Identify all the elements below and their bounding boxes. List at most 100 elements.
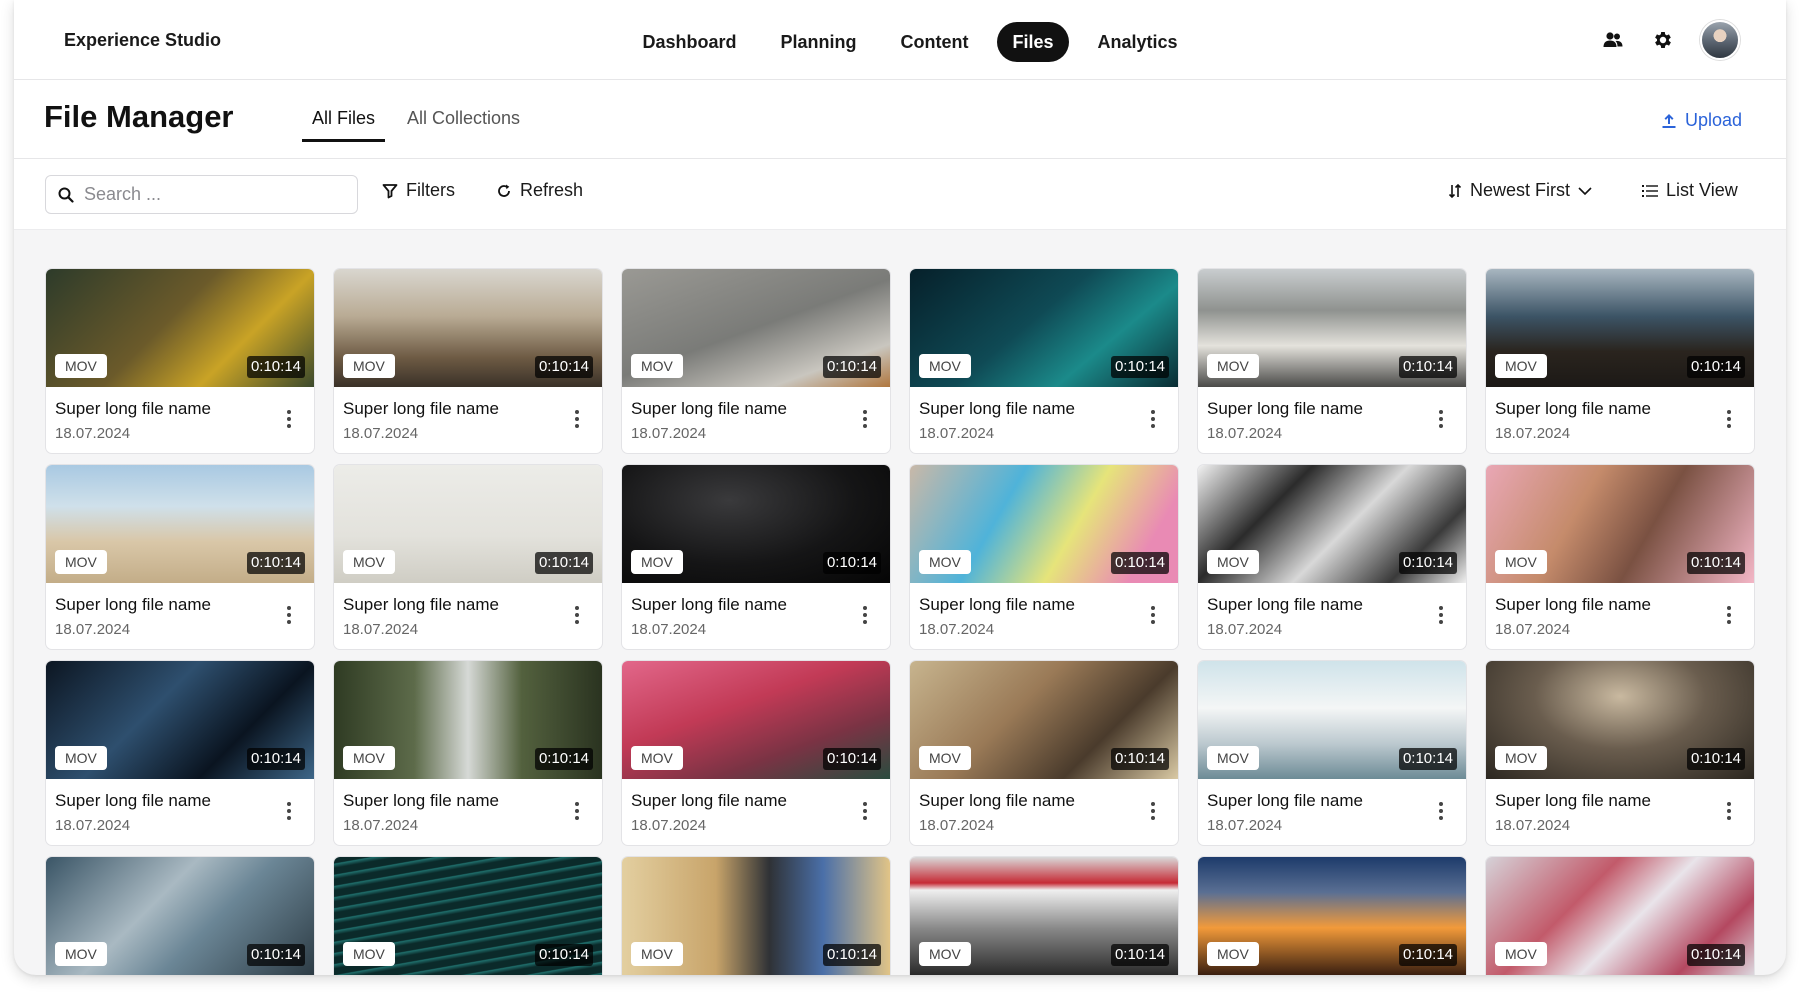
file-card[interactable]: MOV 0:10:14 Super long file name 18.07.2…	[334, 269, 602, 453]
more-options-icon[interactable]	[1726, 802, 1732, 820]
file-date: 18.07.2024	[919, 621, 995, 638]
file-thumbnail: MOV 0:10:14	[1198, 465, 1466, 583]
file-date: 18.07.2024	[919, 817, 995, 834]
file-card[interactable]: MOV 0:10:14 Super long file name 18.07.2…	[1486, 465, 1754, 649]
more-options-icon[interactable]	[862, 410, 868, 428]
more-options-icon[interactable]	[286, 802, 292, 820]
nav-item-planning[interactable]: Planning	[765, 22, 871, 62]
file-thumbnail: MOV 0:10:14	[910, 269, 1178, 387]
more-options-icon[interactable]	[286, 606, 292, 624]
file-name: Super long file name	[919, 791, 1075, 810]
user-avatar[interactable]	[1700, 20, 1740, 60]
more-options-icon[interactable]	[1726, 410, 1732, 428]
team-icon[interactable]	[1600, 27, 1626, 53]
search-input[interactable]	[84, 184, 324, 205]
file-name: Super long file name	[55, 791, 211, 810]
file-card[interactable]: MOV 0:10:14 Super long file name 18.07.2…	[1486, 269, 1754, 453]
file-card[interactable]: MOV 0:10:14 Super long file name 18.07.2…	[910, 661, 1178, 845]
more-options-icon[interactable]	[574, 802, 580, 820]
nav-item-analytics[interactable]: Analytics	[1083, 22, 1193, 62]
more-options-icon[interactable]	[286, 410, 292, 428]
file-date: 18.07.2024	[343, 621, 419, 638]
file-card[interactable]: MOV 0:10:14 Super long file name 18.07.2…	[46, 857, 314, 975]
file-thumbnail: MOV 0:10:14	[910, 661, 1178, 779]
file-name: Super long file name	[919, 399, 1075, 418]
file-card[interactable]: MOV 0:10:14 Super long file name 18.07.2…	[1486, 661, 1754, 845]
more-options-icon[interactable]	[574, 606, 580, 624]
file-type-badge: MOV	[919, 942, 971, 966]
file-card[interactable]: MOV 0:10:14 Super long file name 18.07.2…	[1198, 857, 1466, 975]
file-card[interactable]: MOV 0:10:14 Super long file name 18.07.2…	[622, 465, 890, 649]
file-type-badge: MOV	[631, 354, 683, 378]
file-card[interactable]: MOV 0:10:14 Super long file name 18.07.2…	[910, 269, 1178, 453]
file-duration: 0:10:14	[534, 944, 593, 966]
more-options-icon[interactable]	[1150, 802, 1156, 820]
file-card[interactable]: MOV 0:10:14 Super long file name 18.07.2…	[46, 661, 314, 845]
app-window: Experience Studio Dashboard Planning Con…	[14, 0, 1786, 975]
sort-dropdown[interactable]: Newest First	[1448, 180, 1592, 201]
file-type-badge: MOV	[55, 550, 107, 574]
file-date: 18.07.2024	[1495, 425, 1571, 442]
file-card[interactable]: MOV 0:10:14 Super long file name 18.07.2…	[1486, 857, 1754, 975]
refresh-button[interactable]: Refresh	[496, 180, 583, 201]
file-card[interactable]: MOV 0:10:14 Super long file name 18.07.2…	[910, 465, 1178, 649]
file-name: Super long file name	[631, 595, 787, 614]
more-options-icon[interactable]	[1150, 410, 1156, 428]
file-card[interactable]: MOV 0:10:14 Super long file name 18.07.2…	[334, 661, 602, 845]
more-options-icon[interactable]	[862, 802, 868, 820]
upload-button[interactable]: Upload	[1661, 110, 1742, 131]
chevron-down-icon	[1578, 186, 1592, 195]
file-card[interactable]: MOV 0:10:14 Super long file name 18.07.2…	[46, 465, 314, 649]
file-name: Super long file name	[343, 399, 499, 418]
more-options-icon[interactable]	[1726, 606, 1732, 624]
file-thumbnail: MOV 0:10:14	[46, 857, 314, 975]
file-duration: 0:10:14	[1398, 552, 1457, 574]
nav-item-files[interactable]: Files	[997, 22, 1069, 62]
sort-icon	[1448, 183, 1462, 198]
more-options-icon[interactable]	[1438, 802, 1444, 820]
more-options-icon[interactable]	[574, 410, 580, 428]
file-card[interactable]: MOV 0:10:14 Super long file name 18.07.2…	[334, 857, 602, 975]
file-card[interactable]: MOV 0:10:14 Super long file name 18.07.2…	[622, 661, 890, 845]
gear-icon[interactable]	[1650, 27, 1676, 53]
file-card[interactable]: MOV 0:10:14 Super long file name 18.07.2…	[1198, 661, 1466, 845]
more-options-icon[interactable]	[1438, 606, 1444, 624]
file-card[interactable]: MOV 0:10:14 Super long file name 18.07.2…	[46, 269, 314, 453]
file-date: 18.07.2024	[1207, 621, 1283, 638]
file-duration: 0:10:14	[246, 356, 305, 378]
nav-item-dashboard[interactable]: Dashboard	[627, 22, 751, 62]
file-card[interactable]: MOV 0:10:14 Super long file name 18.07.2…	[622, 857, 890, 975]
file-thumbnail: MOV 0:10:14	[910, 857, 1178, 975]
file-thumbnail: MOV 0:10:14	[1198, 269, 1466, 387]
file-duration: 0:10:14	[822, 944, 881, 966]
upload-icon	[1662, 113, 1676, 128]
file-name: Super long file name	[55, 595, 211, 614]
file-type-badge: MOV	[1207, 746, 1259, 770]
file-card[interactable]: MOV 0:10:14 Super long file name 18.07.2…	[1198, 269, 1466, 453]
more-options-icon[interactable]	[1438, 410, 1444, 428]
file-card[interactable]: MOV 0:10:14 Super long file name 18.07.2…	[334, 465, 602, 649]
sort-label: Newest First	[1470, 180, 1571, 200]
more-options-icon[interactable]	[862, 606, 868, 624]
file-duration: 0:10:14	[1686, 748, 1745, 770]
file-duration: 0:10:14	[534, 552, 593, 574]
more-options-icon[interactable]	[1150, 606, 1156, 624]
file-thumbnail: MOV 0:10:14	[334, 465, 602, 583]
view-toggle[interactable]: List View	[1642, 180, 1738, 201]
file-name: Super long file name	[1495, 791, 1651, 810]
filters-button[interactable]: Filters	[382, 180, 455, 201]
file-card[interactable]: MOV 0:10:14 Super long file name 18.07.2…	[622, 269, 890, 453]
file-type-badge: MOV	[343, 942, 395, 966]
file-grid: MOV 0:10:14 Super long file name 18.07.2…	[46, 269, 1754, 975]
file-card[interactable]: MOV 0:10:14 Super long file name 18.07.2…	[1198, 465, 1466, 649]
file-name: Super long file name	[631, 399, 787, 418]
nav-item-content[interactable]: Content	[885, 22, 983, 62]
file-thumbnail: MOV 0:10:14	[1486, 269, 1754, 387]
file-card[interactable]: MOV 0:10:14 Super long file name 18.07.2…	[910, 857, 1178, 975]
tab-all-files[interactable]: All Files	[302, 108, 386, 142]
file-date: 18.07.2024	[343, 817, 419, 834]
file-name: Super long file name	[1495, 595, 1651, 614]
file-date: 18.07.2024	[1207, 425, 1283, 442]
file-type-badge: MOV	[1495, 550, 1547, 574]
tab-all-collections[interactable]: All Collections	[397, 108, 530, 142]
